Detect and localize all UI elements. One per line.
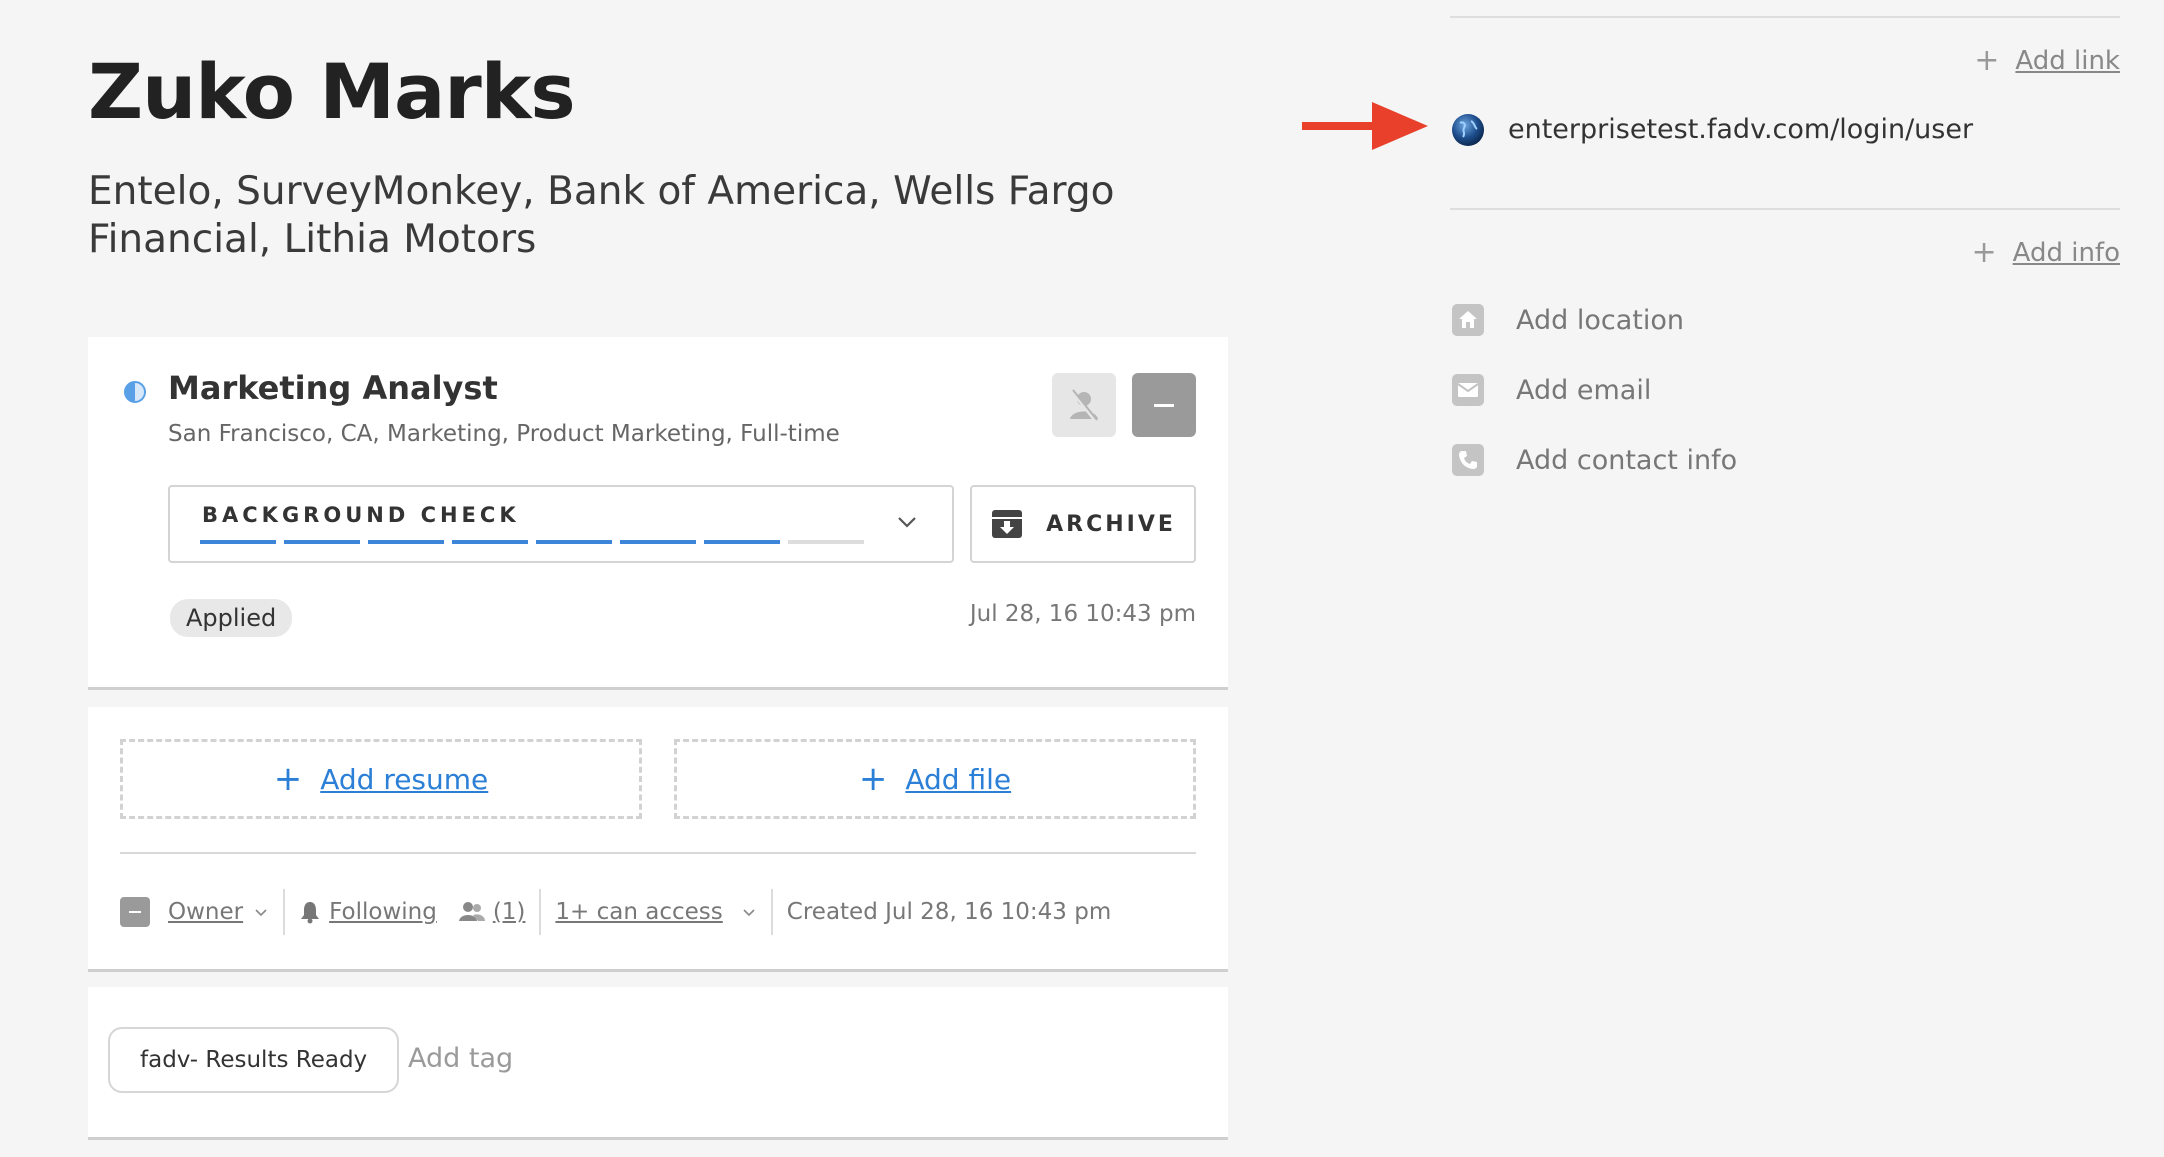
add-email-row[interactable]: Add email xyxy=(1452,374,1651,406)
phone-icon xyxy=(1452,444,1484,476)
plus-icon: + xyxy=(858,759,888,799)
envelope-icon xyxy=(1452,374,1484,406)
separator xyxy=(770,889,773,935)
add-tag-input[interactable]: Add tag xyxy=(408,1043,513,1074)
owner-dropdown[interactable]: Owner xyxy=(168,899,243,925)
candidate-companies: Entelo, SurveyMonkey, Bank of America, W… xyxy=(88,169,1115,262)
add-file-dropzone[interactable]: + Add file xyxy=(674,739,1196,819)
owner-avatar-button[interactable] xyxy=(1132,373,1196,437)
meta-row: Owner Following (1) 1+ can access Create… xyxy=(120,887,1196,937)
separator xyxy=(283,889,286,935)
stage-progress xyxy=(200,540,864,544)
home-icon xyxy=(1452,304,1484,336)
red-arrow-annotation xyxy=(1302,102,1428,150)
add-info-button[interactable]: Add info xyxy=(2013,238,2120,268)
tag-pill[interactable]: fadv- Results Ready xyxy=(108,1027,400,1093)
add-link-row[interactable]: + Add link xyxy=(1974,43,2120,78)
archive-button[interactable]: ARCHIVE xyxy=(970,485,1196,563)
job-meta: San Francisco, CA, Marketing, Product Ma… xyxy=(168,421,840,447)
following-toggle[interactable]: Following xyxy=(329,899,437,925)
stage-progress-segment xyxy=(620,540,696,544)
divider xyxy=(1450,16,2120,18)
files-card: + Add resume + Add file Owner Following … xyxy=(88,707,1228,972)
add-link-button[interactable]: Add link xyxy=(2015,46,2120,76)
chevron-down-icon[interactable] xyxy=(253,904,269,920)
chevron-down-icon[interactable] xyxy=(741,904,757,920)
stage-progress-segment xyxy=(200,540,276,544)
status-badge: Applied xyxy=(170,599,293,637)
separator xyxy=(539,889,542,935)
created-date: Created Jul 28, 16 10:43 pm xyxy=(786,899,1112,925)
archive-label: ARCHIVE xyxy=(1046,511,1176,537)
stage-label: BACKGROUND CHECK xyxy=(202,503,520,527)
link-url[interactable]: enterprisetest.fadv.com/login/user xyxy=(1508,114,1973,145)
plus-icon: + xyxy=(1974,43,2000,78)
stage-progress-segment xyxy=(284,540,360,544)
add-location-label[interactable]: Add location xyxy=(1516,305,1684,336)
divider xyxy=(1450,208,2120,210)
add-contact-info-row[interactable]: Add contact info xyxy=(1452,444,1737,476)
access-dropdown[interactable]: 1+ can access xyxy=(555,899,722,925)
stage-dropdown[interactable]: BACKGROUND CHECK xyxy=(168,485,954,563)
add-resume-dropzone[interactable]: + Add resume xyxy=(120,739,642,819)
stage-progress-segment xyxy=(536,540,612,544)
add-contact-info-label[interactable]: Add contact info xyxy=(1516,445,1737,476)
chevron-down-icon xyxy=(898,517,916,528)
plus-icon: + xyxy=(273,759,303,799)
job-title[interactable]: Marketing Analyst xyxy=(168,369,498,407)
globe-icon xyxy=(1452,114,1484,146)
tags-card: fadv- Results Ready Add tag xyxy=(88,987,1228,1140)
archive-box-icon xyxy=(992,510,1023,538)
bell-icon xyxy=(301,902,320,924)
add-file-link[interactable]: Add file xyxy=(905,763,1011,796)
add-resume-link[interactable]: Add resume xyxy=(320,763,488,796)
add-email-label[interactable]: Add email xyxy=(1516,375,1651,406)
stage-progress-segment xyxy=(368,540,444,544)
anonymize-icon xyxy=(1070,389,1098,423)
owner-avatar-icon xyxy=(1154,403,1174,407)
add-info-row[interactable]: + Add info xyxy=(1971,235,2120,270)
people-icon xyxy=(458,902,485,921)
plus-icon: + xyxy=(1971,235,1997,270)
anonymize-button[interactable] xyxy=(1052,373,1116,437)
opportunity-card: Marketing Analyst San Francisco, CA, Mar… xyxy=(88,337,1228,690)
stage-progress-segment xyxy=(452,540,528,544)
followers-count[interactable]: (1) xyxy=(493,899,526,925)
stage-progress-segment xyxy=(788,540,864,544)
add-location-row[interactable]: Add location xyxy=(1452,304,1684,336)
divider xyxy=(120,852,1196,854)
stage-progress-segment xyxy=(704,540,780,544)
status-dot-icon xyxy=(124,381,146,403)
candidate-name: Zuko Marks xyxy=(88,47,576,136)
applied-date: Jul 28, 16 10:43 pm xyxy=(969,601,1196,627)
owner-avatar xyxy=(120,897,150,927)
